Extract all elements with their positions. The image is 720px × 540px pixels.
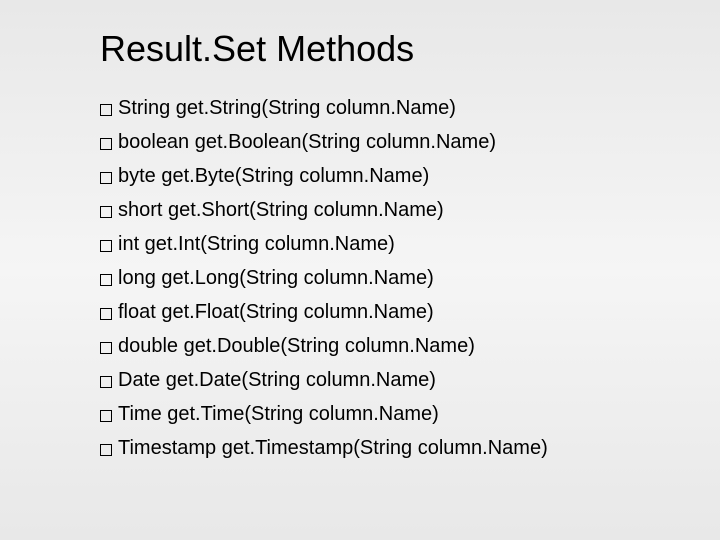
bullet-icon: [100, 104, 112, 116]
bullet-icon: [100, 410, 112, 422]
list-item: long get.Long(String column.Name): [100, 265, 650, 292]
bullet-icon: [100, 206, 112, 218]
list-item: int get.Int(String column.Name): [100, 231, 650, 258]
method-text: long get.Long(String column.Name): [118, 265, 434, 292]
slide-title: Result.Set Methods: [100, 28, 650, 70]
methods-list: String get.String(String column.Name) bo…: [100, 95, 650, 462]
bullet-icon: [100, 308, 112, 320]
method-text: short get.Short(String column.Name): [118, 197, 444, 224]
bullet-icon: [100, 274, 112, 286]
bullet-icon: [100, 444, 112, 456]
list-item: double get.Double(String column.Name): [100, 333, 650, 360]
list-item: Timestamp get.Timestamp(String column.Na…: [100, 435, 650, 462]
bullet-icon: [100, 342, 112, 354]
list-item: boolean get.Boolean(String column.Name): [100, 129, 650, 156]
method-text: Date get.Date(String column.Name): [118, 367, 436, 394]
bullet-icon: [100, 376, 112, 388]
list-item: byte get.Byte(String column.Name): [100, 163, 650, 190]
method-text: boolean get.Boolean(String column.Name): [118, 129, 496, 156]
bullet-icon: [100, 138, 112, 150]
method-text: Time get.Time(String column.Name): [118, 401, 439, 428]
method-text: Timestamp get.Timestamp(String column.Na…: [118, 435, 548, 462]
list-item: short get.Short(String column.Name): [100, 197, 650, 224]
method-text: int get.Int(String column.Name): [118, 231, 395, 258]
method-text: byte get.Byte(String column.Name): [118, 163, 429, 190]
slide-content: Result.Set Methods String get.String(Str…: [0, 0, 720, 499]
list-item: String get.String(String column.Name): [100, 95, 650, 122]
bullet-icon: [100, 240, 112, 252]
method-text: double get.Double(String column.Name): [118, 333, 475, 360]
bullet-icon: [100, 172, 112, 184]
method-text: float get.Float(String column.Name): [118, 299, 434, 326]
list-item: Date get.Date(String column.Name): [100, 367, 650, 394]
list-item: Time get.Time(String column.Name): [100, 401, 650, 428]
method-text: String get.String(String column.Name): [118, 95, 456, 122]
list-item: float get.Float(String column.Name): [100, 299, 650, 326]
